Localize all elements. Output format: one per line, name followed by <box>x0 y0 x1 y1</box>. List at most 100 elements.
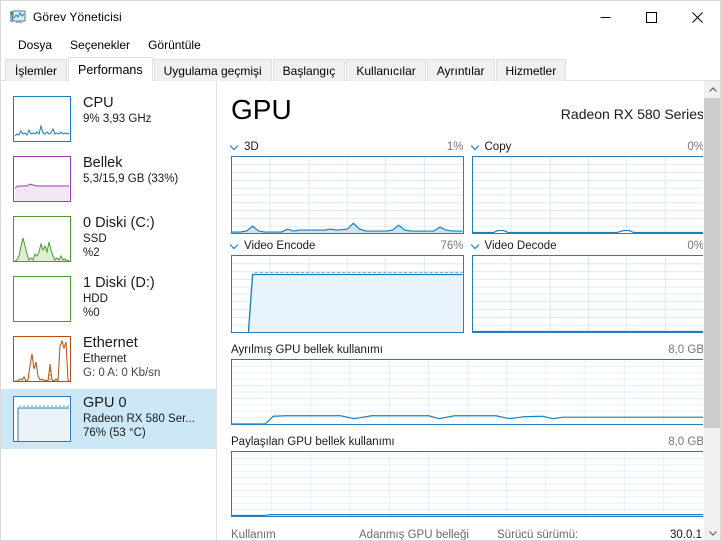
gpu-detail-panel: GPU Radeon RX 580 Series 3D 1% Copy 0% V… <box>217 81 720 541</box>
tab-uygulama-gecmisi[interactable]: Uygulama geçmişi <box>153 59 272 81</box>
close-button[interactable] <box>674 1 720 33</box>
engine-video-decode: Video Decode 0% <box>471 238 705 333</box>
disk-1-type: HDD <box>83 293 108 305</box>
cpu-text: CPU 9% 3,93 GHz <box>83 94 151 126</box>
tab-kullanicilar[interactable]: Kullanıcılar <box>346 59 426 81</box>
engine-copy: Copy 0% <box>471 139 705 234</box>
ethernet-title: Ethernet <box>83 335 138 351</box>
engine-copy-label: Copy <box>484 140 512 153</box>
engine-video-encode-graph <box>231 255 464 333</box>
menu-goruntule[interactable]: Görüntüle <box>139 36 210 55</box>
dedicated-memory-max: 8,0 GB <box>668 343 704 356</box>
footer-driver-value-col: 30.0.1 <box>670 528 704 541</box>
engine-3d-value: 1% <box>446 140 464 153</box>
resource-sidebar: CPU 9% 3,93 GHz Bellek 5,3/15,9 GB (33%) <box>1 81 217 540</box>
gpu-0-usage: 76% (53 °C) <box>83 427 146 439</box>
memory-thumbnail <box>13 156 71 202</box>
disk-1-usage: %0 <box>83 307 100 319</box>
ethernet-throughput: G: 0 A: 0 Kb/sn <box>83 367 161 379</box>
disk-0-text: 0 Diski (C:) SSD %2 <box>83 214 155 260</box>
disk-0-usage: %2 <box>83 247 100 259</box>
engine-video-decode-graph <box>471 255 704 333</box>
gpu-header: GPU Radeon RX 580 Series <box>231 95 704 125</box>
engine-video-decode-value: 0% <box>687 239 704 252</box>
window-title: Görev Yöneticisi <box>33 10 122 24</box>
disk-1-thumbnail <box>13 276 71 322</box>
dedicated-memory-label: Ayrılmış GPU bellek kullanımı <box>231 343 383 356</box>
disk-1-text: 1 Diski (D:) HDD %0 <box>83 274 155 320</box>
gpu-footer: Kullanım Adanmış GPU belleği Sürücü sürü… <box>231 528 704 541</box>
tab-performans[interactable]: Performans <box>68 57 153 81</box>
chevron-down-icon[interactable] <box>472 142 481 151</box>
scrollbar-thumb[interactable] <box>704 98 720 428</box>
footer-usage: Kullanım <box>231 528 359 541</box>
chevron-down-icon[interactable] <box>472 241 481 250</box>
disk-1-title: 1 Diski (D:) <box>83 275 155 291</box>
memory-text: Bellek 5,3/15,9 GB (33%) <box>83 154 178 186</box>
footer-driver: Sürücü sürümü: <box>497 528 670 541</box>
gpu-0-model: Radeon RX 580 Ser... <box>83 413 195 425</box>
memory-stats: 5,3/15,9 GB (33%) <box>83 173 179 185</box>
cpu-title: CPU <box>83 95 114 111</box>
footer-driver-label: Sürücü sürümü: <box>497 529 579 541</box>
menu-secenekler[interactable]: Seçenekler <box>61 36 139 55</box>
engine-video-encode-value: 76% <box>440 239 464 252</box>
shared-memory-graph <box>231 451 704 517</box>
engine-video-encode-label-row: Video Encode 76% <box>231 238 464 253</box>
sidebar-item-gpu-0[interactable]: GPU 0 Radeon RX 580 Ser... 76% (53 °C) <box>1 389 216 449</box>
page-title: GPU <box>231 94 292 125</box>
chevron-down-icon[interactable] <box>231 142 240 151</box>
chevron-down-icon[interactable] <box>231 241 240 250</box>
shared-memory-label: Paylaşılan GPU bellek kullanımı <box>231 435 395 448</box>
ethernet-type: Ethernet <box>83 353 127 365</box>
tab-baslangic[interactable]: Başlangıç <box>272 59 346 81</box>
ethernet-text: Ethernet Ethernet G: 0 A: 0 Kb/sn <box>83 334 160 380</box>
tab-ayrintilar[interactable]: Ayrıntılar <box>426 59 495 81</box>
engine-copy-value: 0% <box>687 140 704 153</box>
scroll-up-button[interactable] <box>704 81 720 98</box>
window-controls <box>582 1 720 33</box>
engine-video-decode-label: Video Decode <box>484 239 557 252</box>
dedicated-memory-graph <box>231 359 704 425</box>
cpu-thumbnail <box>13 96 71 142</box>
content-area: CPU 9% 3,93 GHz Bellek 5,3/15,9 GB (33%) <box>1 81 720 541</box>
vertical-scrollbar[interactable] <box>703 81 720 540</box>
sidebar-item-cpu[interactable]: CPU 9% 3,93 GHz <box>1 89 216 149</box>
maximize-button[interactable] <box>628 1 674 33</box>
engine-3d-graph <box>231 156 464 234</box>
gpu-0-title: GPU 0 <box>83 395 127 411</box>
engine-row-1: 3D 1% Copy 0% <box>231 139 704 234</box>
dedicated-memory-label-row: Ayrılmış GPU bellek kullanımı 8,0 GB <box>231 342 704 357</box>
tab-hizmetler[interactable]: Hizmetler <box>495 59 567 81</box>
sidebar-item-disk-1[interactable]: 1 Diski (D:) HDD %0 <box>1 269 216 329</box>
disk-0-type: SSD <box>83 233 107 245</box>
gpu-0-text: GPU 0 Radeon RX 580 Ser... 76% (53 °C) <box>83 394 195 440</box>
engine-3d-label-row: 3D 1% <box>231 139 464 154</box>
shared-memory-max: 8,0 GB <box>668 435 704 448</box>
cpu-stats: 9% 3,93 GHz <box>83 113 152 125</box>
engine-3d: 3D 1% <box>231 139 464 234</box>
engine-copy-label-row: Copy 0% <box>472 139 705 154</box>
disk-0-title: 0 Diski (C:) <box>83 215 155 231</box>
scroll-down-button[interactable] <box>704 525 720 540</box>
footer-dedicated-label: Adanmış GPU belleği <box>359 529 469 541</box>
sidebar-item-memory[interactable]: Bellek 5,3/15,9 GB (33%) <box>1 149 216 209</box>
engine-video-encode: Video Encode 76% <box>231 238 464 333</box>
ethernet-thumbnail <box>13 336 71 382</box>
scrollbar-track[interactable] <box>704 98 720 525</box>
engine-video-encode-label: Video Encode <box>244 239 316 252</box>
engine-3d-label: 3D <box>244 140 259 153</box>
sidebar-item-ethernet[interactable]: Ethernet Ethernet G: 0 A: 0 Kb/sn <box>1 329 216 389</box>
task-manager-icon <box>10 9 26 25</box>
menu-dosya[interactable]: Dosya <box>9 36 61 55</box>
gpu-device-name: Radeon RX 580 Series <box>560 106 704 122</box>
disk-0-thumbnail <box>13 216 71 262</box>
footer-usage-label: Kullanım <box>231 529 276 541</box>
engine-video-decode-label-row: Video Decode 0% <box>472 238 705 253</box>
menu-bar: Dosya Seçenekler Görüntüle <box>1 33 720 57</box>
tab-islemler[interactable]: İşlemler <box>5 59 68 81</box>
shared-memory-label-row: Paylaşılan GPU bellek kullanımı 8,0 GB <box>231 434 704 449</box>
sidebar-item-disk-0[interactable]: 0 Diski (C:) SSD %2 <box>1 209 216 269</box>
minimize-button[interactable] <box>582 1 628 33</box>
footer-driver-value: 30.0.1 <box>670 529 702 541</box>
